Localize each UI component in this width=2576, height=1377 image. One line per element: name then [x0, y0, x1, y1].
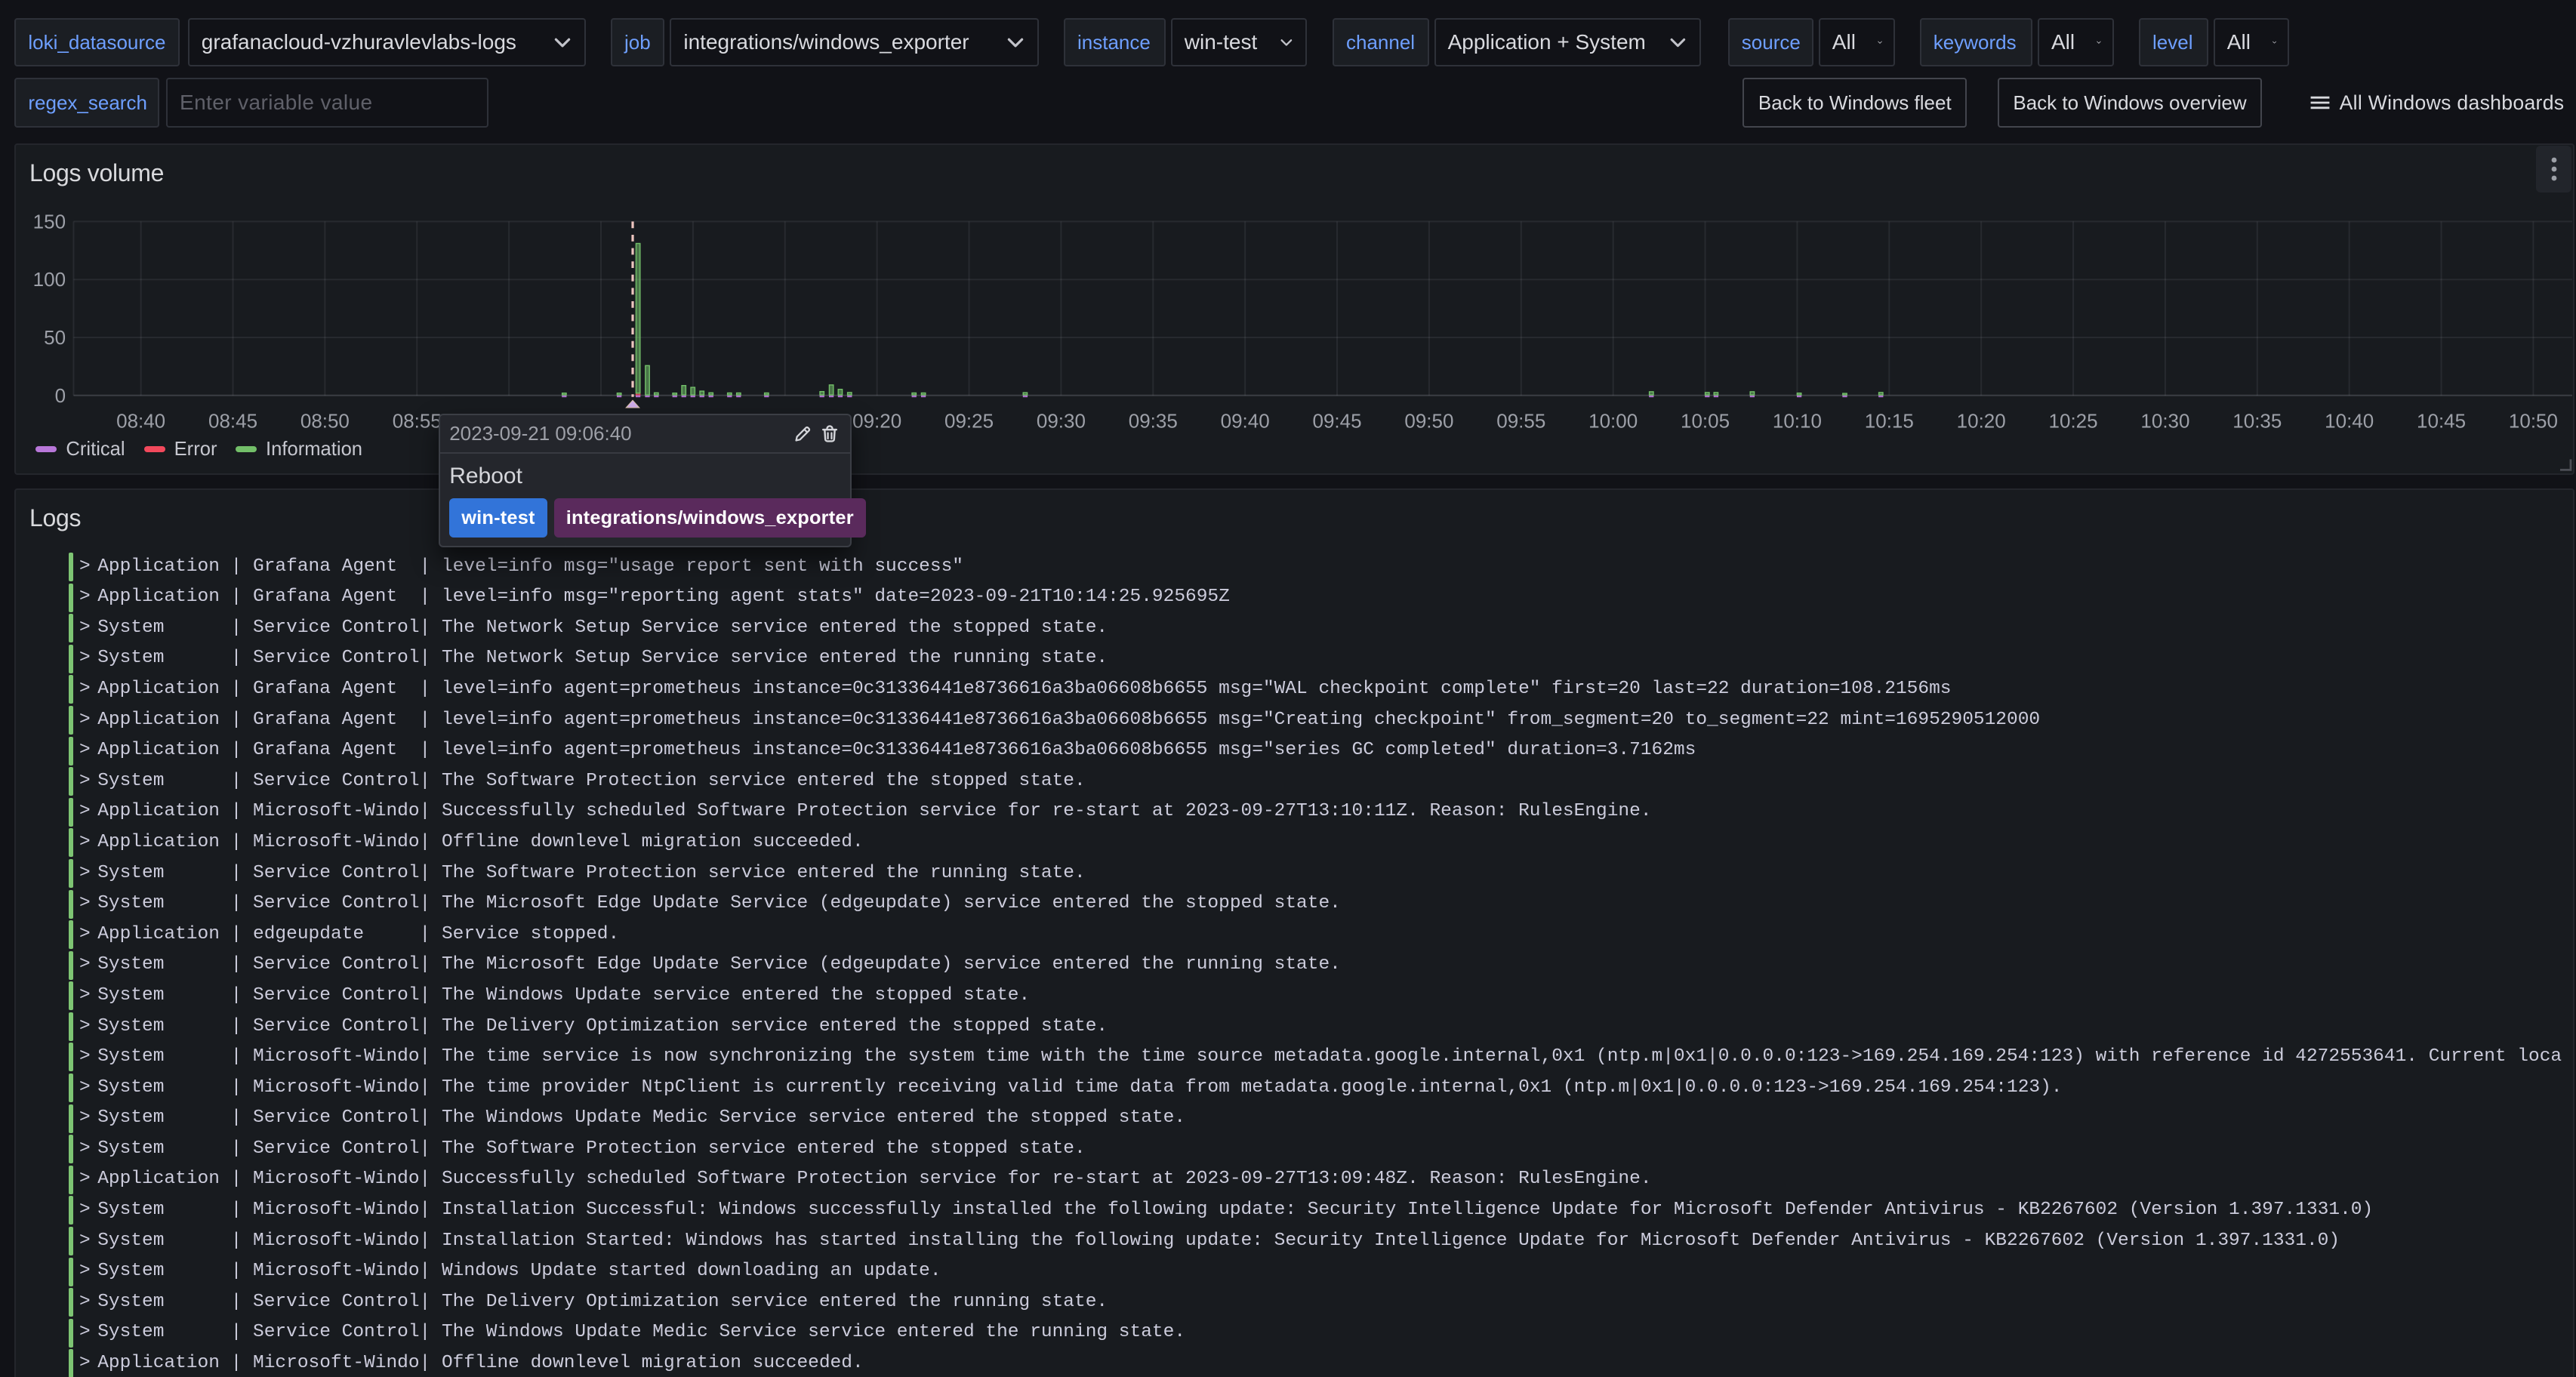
svg-text:10:10: 10:10	[1773, 410, 1822, 433]
svg-text:10:35: 10:35	[2232, 410, 2282, 433]
svg-text:09:35: 09:35	[1129, 410, 1178, 433]
svg-text:100: 100	[33, 268, 66, 291]
svg-text:10:05: 10:05	[1681, 410, 1730, 433]
svg-text:10:00: 10:00	[1588, 410, 1638, 433]
svg-text:08:55: 08:55	[393, 410, 442, 433]
svg-text:09:55: 09:55	[1496, 410, 1545, 433]
svg-text:150: 150	[33, 211, 66, 233]
svg-text:0: 0	[55, 384, 66, 407]
svg-text:08:50: 08:50	[300, 410, 350, 433]
svg-text:09:25: 09:25	[944, 410, 994, 433]
svg-text:08:40: 08:40	[116, 410, 165, 433]
svg-text:10:25: 10:25	[2049, 410, 2098, 433]
svg-text:10:30: 10:30	[2140, 410, 2189, 433]
svg-text:09:40: 09:40	[1221, 410, 1270, 433]
svg-text:10:20: 10:20	[1957, 410, 2006, 433]
svg-text:09:45: 09:45	[1313, 410, 1362, 433]
svg-text:50: 50	[44, 326, 66, 349]
svg-text:09:30: 09:30	[1037, 410, 1086, 433]
svg-text:08:45: 08:45	[208, 410, 257, 433]
svg-text:10:15: 10:15	[1865, 410, 1914, 433]
svg-text:10:40: 10:40	[2325, 410, 2374, 433]
svg-text:09:20: 09:20	[852, 410, 901, 433]
svg-text:09:50: 09:50	[1404, 410, 1453, 433]
svg-text:10:50: 10:50	[2509, 410, 2558, 433]
svg-text:10:45: 10:45	[2417, 410, 2466, 433]
